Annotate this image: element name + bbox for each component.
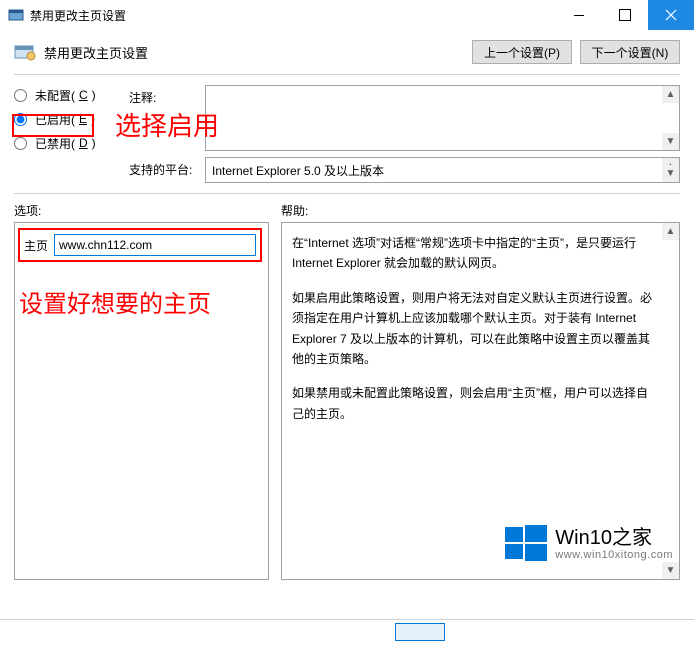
maximize-button[interactable] — [602, 0, 648, 30]
radio-disabled-input[interactable] — [14, 137, 27, 150]
title-bar: 禁用更改主页设置 — [0, 0, 694, 30]
help-paragraph: 如果禁用或未配置此策略设置，则会启用“主页”框，用户可以选择自己的主页。 — [292, 383, 657, 424]
help-panel: 在“Internet 选项”对话框“常规”选项卡中指定的“主页”，是只要运行 I… — [281, 222, 680, 580]
options-label: 选项: — [14, 202, 269, 222]
comment-label: 注释: — [129, 85, 197, 151]
help-paragraph: 如果启用此策略设置，则用户将无法对自定义默认主页进行设置。必须指定在用户计算机上… — [292, 288, 657, 370]
window-title: 禁用更改主页设置 — [30, 7, 556, 24]
scroll-up-icon[interactable]: ▲ — [662, 223, 679, 240]
watermark: Win10之家 www.win10xitong.com — [503, 521, 673, 567]
radio-enabled-input[interactable] — [14, 113, 27, 126]
minimize-button[interactable] — [556, 0, 602, 30]
help-paragraph: 在“Internet 选项”对话框“常规”选项卡中指定的“主页”，是只要运行 I… — [292, 233, 657, 274]
help-label: 帮助: — [281, 202, 680, 222]
annotation-box-homepage: 主页 — [18, 228, 262, 262]
footer-button[interactable] — [395, 623, 445, 641]
platform-field: Internet Explorer 5.0 及以上版本 ▲ ▼ — [205, 157, 680, 183]
scroll-down-icon[interactable]: ▼ — [662, 165, 679, 182]
header: 禁用更改主页设置 上一个设置(P) 下一个设置(N) — [0, 30, 694, 70]
radio-not-configured[interactable]: 未配置(C) — [14, 83, 129, 107]
scroll-down-icon[interactable]: ▼ — [662, 133, 679, 150]
comment-textarea[interactable]: ▲ ▼ — [205, 85, 680, 151]
previous-setting-button[interactable]: 上一个设置(P) — [472, 40, 572, 64]
scroll-up-icon[interactable]: ▲ — [662, 86, 679, 103]
state-radio-group: 未配置(C) 已启用(E) 已禁用(D) — [14, 83, 129, 183]
platform-value: Internet Explorer 5.0 及以上版本 — [212, 162, 384, 179]
watermark-url: www.win10xitong.com — [555, 549, 673, 561]
page-title: 禁用更改主页设置 — [44, 43, 472, 62]
scroll-down-icon[interactable]: ▼ — [662, 562, 679, 579]
platform-label: 支持的平台: — [129, 157, 197, 183]
homepage-label: 主页 — [24, 237, 48, 254]
homepage-input[interactable] — [54, 234, 256, 256]
footer — [0, 619, 694, 645]
app-icon — [8, 7, 24, 23]
windows-logo-icon — [503, 521, 549, 567]
radio-disabled[interactable]: 已禁用(D) — [14, 131, 129, 155]
radio-not-configured-input[interactable] — [14, 89, 27, 102]
close-button[interactable] — [648, 0, 694, 30]
annotation-set-homepage: 设置好想要的主页 — [19, 284, 262, 319]
watermark-brand: Win10之家 — [555, 527, 673, 549]
policy-icon — [14, 42, 36, 62]
radio-enabled[interactable]: 已启用(E) — [14, 107, 129, 131]
next-setting-button[interactable]: 下一个设置(N) — [580, 40, 680, 64]
options-panel: 主页 设置好想要的主页 — [14, 222, 269, 580]
